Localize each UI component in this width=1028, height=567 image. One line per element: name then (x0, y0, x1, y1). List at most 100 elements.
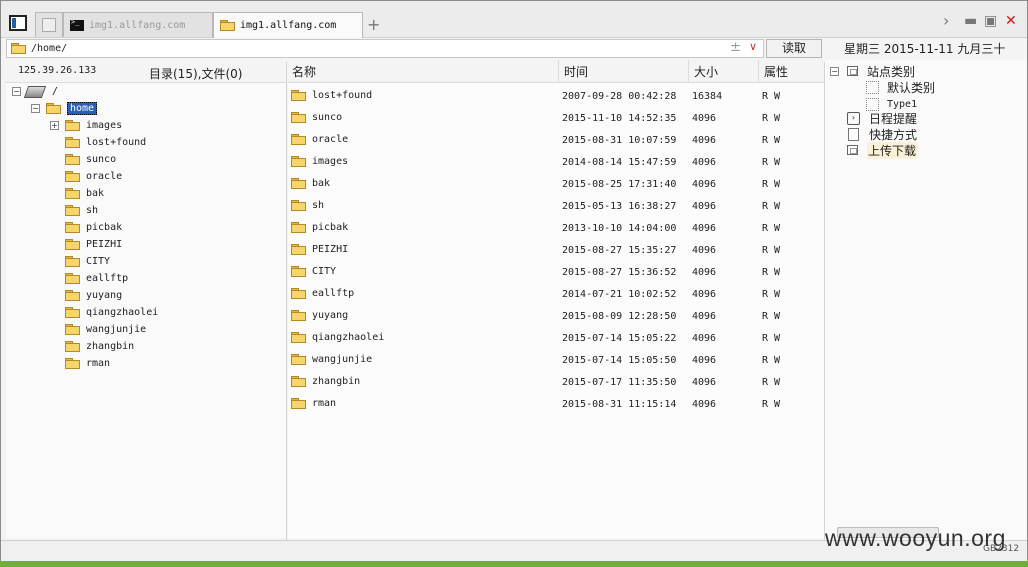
tree-node-home[interactable]: home (46, 100, 98, 117)
tree-node-folder[interactable]: picbak (65, 219, 122, 236)
tab-file-manager[interactable]: img1.allfang.com (213, 12, 363, 38)
tree-header: 125.39.26.133 目录(15),文件(0) (6, 62, 286, 83)
chevron-down-icon[interactable]: ∨ (749, 40, 757, 53)
column-divider[interactable] (558, 60, 559, 82)
file-row[interactable]: oracle 2015-08-31 10:07:59 4096 R W (288, 130, 824, 152)
chevron-right-icon[interactable]: › (943, 11, 949, 30)
tree-item-label: Type1 (887, 98, 918, 110)
tree-item-shortcut[interactable]: 快捷方式 (848, 126, 917, 142)
tree-node-label: / (52, 86, 59, 97)
close-button[interactable]: ✕ (1005, 13, 1017, 29)
maximize-button[interactable]: ▣ (984, 13, 997, 29)
tree-node-folder[interactable]: oracle (65, 168, 122, 185)
file-row[interactable]: sh 2015-05-13 16:38:27 4096 R W (288, 196, 824, 218)
file-name: images (312, 156, 349, 167)
tree-node-folder[interactable]: sh (65, 202, 98, 219)
tree-node-folder[interactable]: sunco (65, 151, 116, 168)
file-row[interactable]: images 2014-08-14 15:47:59 4096 R W (288, 152, 824, 174)
file-size: 4096 (692, 311, 717, 322)
tree-node-label: CITY (86, 256, 111, 267)
tree-node-folder[interactable]: rman (65, 355, 110, 372)
site-panel: − 站点类别 默认类别 Type1 › 日程提醒 快捷方式 上传下载 (825, 60, 1027, 540)
folder-icon (291, 178, 306, 189)
tree-node-label: picbak (86, 222, 123, 233)
folder-icon (65, 358, 80, 369)
file-row[interactable]: lost+found 2007-09-28 00:42:28 16384 R W (288, 86, 824, 108)
folder-icon (291, 222, 306, 233)
file-size: 4096 (692, 201, 717, 212)
file-time: 2014-08-14 15:47:59 (562, 157, 677, 168)
shortcut-icon (848, 127, 859, 141)
file-row[interactable]: yuyang 2015-08-09 12:28:50 4096 R W (288, 306, 824, 328)
file-row[interactable]: picbak 2013-10-10 14:04:00 4096 R W (288, 218, 824, 240)
column-header-attr[interactable]: 属性 (764, 63, 788, 80)
tab-blank[interactable] (35, 12, 63, 37)
file-name: eallftp (312, 288, 355, 299)
tree-node-folder[interactable]: images (65, 117, 122, 134)
tree-node-folder[interactable]: qiangzhaolei (65, 304, 158, 321)
file-name-cell: yuyang (291, 310, 348, 321)
file-row[interactable]: eallftp 2014-07-21 10:02:52 4096 R W (288, 284, 824, 306)
tree-item-site-category[interactable]: 站点类别 (847, 63, 915, 79)
file-time: 2015-07-14 15:05:22 (562, 333, 677, 344)
tree-item-upload-download[interactable]: 上传下载 (847, 141, 918, 159)
file-list: lost+found 2007-09-28 00:42:28 16384 R Wsun… (288, 83, 824, 538)
tree-node-label: oracle (86, 171, 123, 182)
panel-toggle-button[interactable] (9, 15, 27, 31)
folder-icon (65, 154, 80, 165)
empty-box-icon (866, 80, 879, 94)
tree-node-folder[interactable]: bak (65, 185, 104, 202)
collapse-icon[interactable]: − (830, 67, 839, 76)
column-header-name[interactable]: 名称 (292, 63, 316, 80)
dir-file-counts: 目录(15),文件(0) (149, 67, 243, 81)
tree-node-folder[interactable]: wangjunjie (65, 321, 146, 338)
file-name-cell: qiangzhaolei (291, 332, 384, 343)
file-name-cell: zhangbin (291, 376, 360, 387)
watermark: www.wooyun.org (825, 525, 1006, 551)
file-row[interactable]: zhangbin 2015-07-17 11:35:50 4096 R W (288, 372, 824, 394)
tree-node-folder[interactable]: CITY (65, 253, 110, 270)
tree-node-folder[interactable]: lost+found (65, 134, 146, 151)
file-row[interactable]: rman 2015-08-31 11:15:14 4096 R W (288, 394, 824, 416)
file-name-cell: CITY (291, 266, 336, 277)
tree-node-label: rman (86, 358, 111, 369)
tree-node-folder[interactable]: yuyang (65, 287, 122, 304)
collapse-icon[interactable]: − (31, 104, 40, 113)
tree-item-schedule[interactable]: › 日程提醒 (847, 110, 917, 126)
file-time: 2015-11-10 14:52:35 (562, 113, 677, 124)
expand-icon[interactable]: + (50, 121, 59, 130)
column-header-size[interactable]: 大小 (694, 63, 718, 80)
file-row[interactable]: PEIZHI 2015-08-27 15:35:27 4096 R W (288, 240, 824, 262)
folder-icon (291, 134, 306, 145)
column-header-time[interactable]: 时间 (564, 63, 588, 80)
file-row[interactable]: wangjunjie 2015-07-14 15:05:50 4096 R W (288, 350, 824, 372)
server-ip: 125.39.26.133 (18, 65, 97, 76)
file-attr: R W (762, 399, 781, 410)
tree-node-folder[interactable]: eallftp (65, 270, 128, 287)
tree-node-root[interactable]: / (23, 83, 59, 100)
tree-node-folder[interactable]: zhangbin (65, 338, 134, 355)
file-row[interactable]: CITY 2015-08-27 15:36:52 4096 R W (288, 262, 824, 284)
file-row[interactable]: sunco 2015-11-10 14:52:35 4096 R W (288, 108, 824, 130)
read-button[interactable]: 读取 (766, 39, 822, 58)
minimize-button[interactable]: ▬ (964, 13, 977, 29)
file-name: zhangbin (312, 376, 361, 387)
file-attr: R W (762, 157, 781, 168)
tree-item-default-category[interactable]: 默认类别 (866, 79, 935, 95)
bookmark-toggle-icon[interactable]: ± (730, 40, 741, 55)
file-name-cell: wangjunjie (291, 354, 372, 365)
splitter[interactable] (286, 62, 287, 540)
tree-node-label: PEIZHI (86, 239, 123, 250)
file-attr: R W (762, 135, 781, 146)
column-divider[interactable] (688, 60, 689, 82)
tree-node-folder[interactable]: PEIZHI (65, 236, 122, 253)
file-row[interactable]: qiangzhaolei 2015-07-14 15:05:22 4096 R W (288, 328, 824, 350)
file-time: 2015-08-25 17:31:40 (562, 179, 677, 190)
file-row[interactable]: bak 2015-08-25 17:31:40 4096 R W (288, 174, 824, 196)
collapse-icon[interactable]: − (12, 87, 21, 96)
tree-item-label: 上传下载 (867, 141, 918, 159)
add-tab-button[interactable]: + (367, 15, 380, 34)
tab-terminal[interactable]: img1.allfang.com (63, 12, 213, 37)
column-divider[interactable] (758, 60, 759, 82)
path-input[interactable]: /home/ ± ∨ (6, 39, 764, 58)
